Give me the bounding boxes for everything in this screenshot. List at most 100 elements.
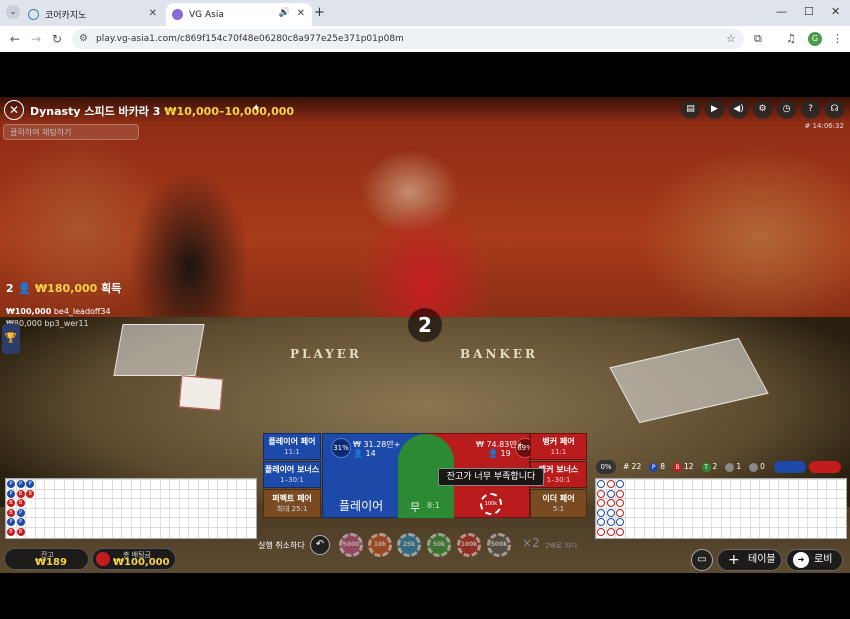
bet-name: 퍼펙트 페어: [272, 494, 312, 503]
url-field[interactable]: ⚙ play.vg-asia1.com/c869f154c70f48e06280…: [72, 29, 744, 49]
road-banker-mark: B: [16, 489, 25, 498]
card-shoe-left: [113, 324, 205, 376]
road-player-mark: [606, 518, 615, 527]
url-text: play.vg-asia1.com/c869f154c70f48e06280c8…: [96, 34, 404, 44]
either-pair-bet[interactable]: 이더 페어 5:1: [530, 489, 587, 518]
settings-gear-icon[interactable]: ⚙: [753, 100, 772, 119]
profile-avatar[interactable]: G: [808, 32, 822, 46]
winner-name: be4_leadoff34: [53, 307, 111, 316]
placed-chip: 100k: [480, 493, 502, 515]
banker-pair-bet[interactable]: 뱅커 페어 11:1: [530, 433, 587, 460]
bet-name: 뱅커 페어: [542, 437, 575, 446]
banker-count-value: 19: [500, 449, 511, 458]
road-banker-mark: B: [16, 499, 25, 508]
player-ask-button[interactable]: [774, 461, 806, 473]
chip-50k[interactable]: 50k: [427, 533, 451, 557]
close-game-button[interactable]: ✕: [4, 100, 24, 120]
chip-10k[interactable]: 10k: [368, 533, 392, 557]
chip-5000[interactable]: 5000: [339, 533, 363, 557]
player-bonus-bet[interactable]: 플레이어 보너스 1–30:1: [263, 461, 321, 488]
chip-500k[interactable]: 500k: [487, 533, 511, 557]
total-bet-value: ₩100,000: [113, 557, 170, 568]
chip-25k[interactable]: 25k: [397, 533, 421, 557]
chip-stack-icon: [96, 552, 110, 566]
perfect-pair-bet[interactable]: 퍼펙트 페어 최대 25:1: [263, 489, 321, 518]
window-close-button[interactable]: ✕: [831, 5, 840, 18]
player-wins: P8: [649, 462, 665, 472]
lobby-button[interactable]: ➜ 로비: [786, 549, 843, 571]
tables-label: 테이블: [748, 554, 776, 565]
bet-odds: 11:1: [284, 448, 300, 456]
winners-amount: ₩180,000: [35, 282, 98, 295]
felt-player-label: PLAYER: [290, 347, 362, 361]
balance-value: ₩189: [35, 557, 67, 568]
bet-odds: 1–30:1: [280, 476, 304, 484]
winner-name: bp3_wer11: [44, 319, 89, 328]
tables-button[interactable]: + 테이블: [717, 549, 782, 571]
total-bet-pill: 총 배팅금 ₩100,000: [92, 548, 176, 570]
media-controls-icon[interactable]: ♫: [786, 32, 796, 45]
bet-odds: 1–30:1: [546, 476, 571, 484]
menu-kebab-icon[interactable]: ⋮: [832, 32, 843, 45]
browser-tab-core-casino[interactable]: 코어카지노 ✕: [22, 3, 164, 26]
sound-icon[interactable]: ◀): [729, 100, 748, 119]
road-banker-mark: [606, 528, 615, 536]
video-icon[interactable]: ▶: [705, 100, 724, 119]
undo-button[interactable]: ↶: [310, 535, 330, 555]
tab-close-icon[interactable]: ✕: [297, 8, 305, 19]
site-info-icon[interactable]: ⚙: [79, 29, 88, 49]
person-icon: 👤: [17, 282, 32, 295]
stats-percent: 0%: [596, 460, 616, 474]
road-player-mark: P: [16, 518, 25, 527]
new-tab-button[interactable]: +: [314, 5, 325, 20]
history-icon[interactable]: ◷: [777, 100, 796, 119]
tab-close-icon[interactable]: ✕: [149, 8, 157, 19]
chat-input[interactable]: 클릭하여 채팅하기: [3, 124, 139, 140]
road-player-mark: [616, 480, 625, 488]
maximize-button[interactable]: ☐: [804, 5, 814, 18]
road-banker-mark: B: [26, 489, 35, 498]
banker-ask-button[interactable]: [809, 461, 841, 473]
bet-odds: 5:1: [552, 505, 565, 513]
road-player-mark: [597, 508, 605, 517]
player-pair-bet[interactable]: 플레이어 페어 11:1: [263, 433, 321, 460]
reload-icon[interactable]: ↻: [52, 32, 62, 46]
tab-search-dropdown-icon[interactable]: ⌄: [6, 5, 20, 19]
extensions-icon[interactable]: ⧉: [754, 32, 762, 46]
lobby-icon: ➜: [793, 552, 809, 568]
browser-tab-vg-asia[interactable]: VG Asia 🔊 ✕: [166, 3, 312, 26]
tab-title: VG Asia: [189, 9, 224, 20]
game-toolbar: ▤ ▶ ◀) ⚙ ◷ ? ☊: [681, 100, 844, 119]
lobby-label: 로비: [814, 554, 833, 565]
bet-odds: 11:1: [550, 448, 567, 456]
vg-icon: [172, 9, 183, 20]
chat-bubble-button[interactable]: ▭: [691, 549, 713, 571]
help-icon[interactable]: ?: [801, 100, 820, 119]
road-stats: # 22 P8 B 12 T2 1 0: [623, 462, 765, 472]
trophy-icon[interactable]: 🏆: [2, 324, 20, 354]
bookmark-star-icon[interactable]: ☆: [726, 29, 736, 49]
road-banker-mark: [597, 528, 605, 536]
bet-name: 이더 페어: [542, 494, 575, 503]
road-banker-mark: [616, 499, 625, 508]
balance-pill: 잔고 ₩189: [4, 548, 89, 570]
audio-playing-icon[interactable]: 🔊: [279, 8, 290, 18]
player-dot-icon: P: [649, 462, 659, 472]
forward-arrow-icon[interactable]: →: [31, 32, 41, 46]
road-player-mark: [606, 508, 615, 517]
chat-icon[interactable]: ▤: [681, 100, 700, 119]
road-player-mark: [606, 489, 615, 498]
plus-icon: +: [728, 552, 740, 568]
bet-odds: 최대 25:1: [276, 505, 308, 513]
road-banker-mark: [597, 499, 605, 508]
dealt-cards: [178, 375, 224, 411]
double-button[interactable]: ×2: [522, 536, 540, 550]
winners-suffix: 획득: [101, 282, 122, 295]
chip-100k[interactable]: 100k: [457, 533, 481, 557]
back-arrow-icon[interactable]: ←: [10, 32, 20, 46]
banker-wins: B 12: [673, 462, 694, 472]
minimize-button[interactable]: —: [776, 5, 787, 18]
support-headset-icon[interactable]: ☊: [825, 100, 844, 119]
pin-icon[interactable]: ✦: [252, 103, 260, 114]
table-name: Dynasty 스피드 바카라 3: [30, 105, 161, 118]
